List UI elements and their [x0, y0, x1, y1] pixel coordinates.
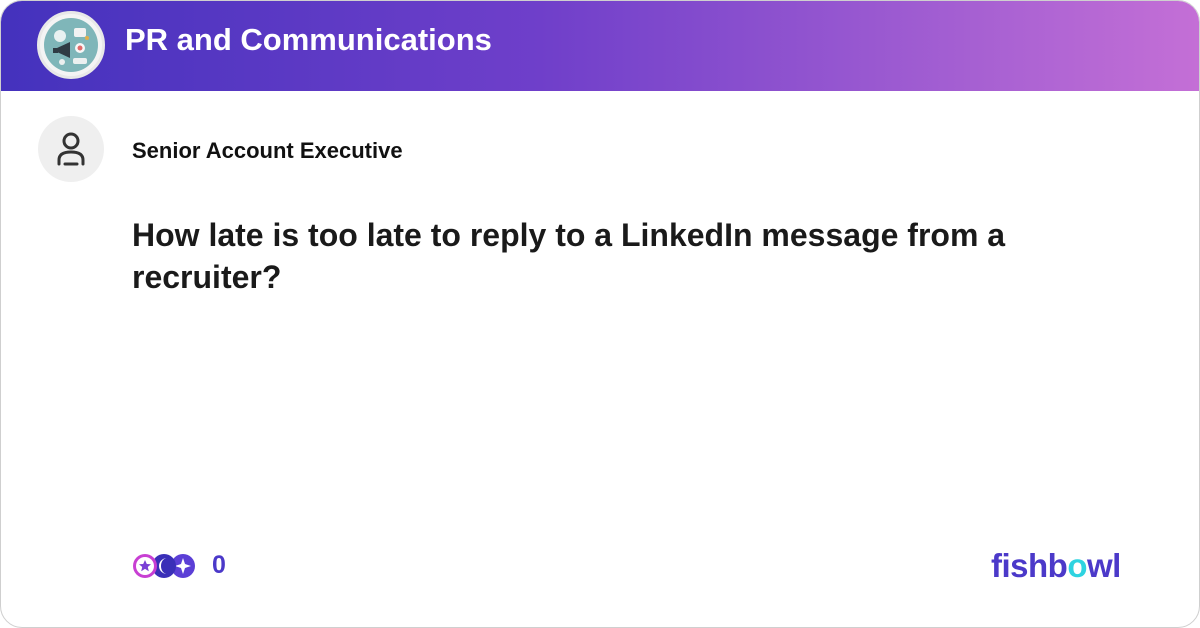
author-title: Senior Account Executive	[132, 138, 403, 163]
brand-text-suffix: wl	[1087, 547, 1121, 584]
reaction-icons[interactable]	[131, 551, 199, 581]
reaction-count: 0	[212, 551, 226, 579]
star-reaction-icon	[133, 554, 157, 578]
user-icon	[57, 132, 85, 166]
bowl-logo[interactable]	[37, 11, 105, 79]
megaphone-collage-icon	[44, 18, 98, 72]
avatar[interactable]	[38, 116, 104, 182]
post-title[interactable]: How late is too late to reply to a Linke…	[132, 214, 1092, 298]
bowl-title[interactable]: PR and Communications	[125, 22, 492, 58]
brand-text-prefix: fishb	[991, 547, 1068, 584]
fishbowl-logo[interactable]: fishbowl	[991, 547, 1121, 585]
brand-text-highlight: o	[1067, 547, 1087, 584]
bowl-header: PR and Communications	[1, 1, 1199, 91]
post-card: PR and Communications Senior Account Exe…	[0, 0, 1200, 628]
